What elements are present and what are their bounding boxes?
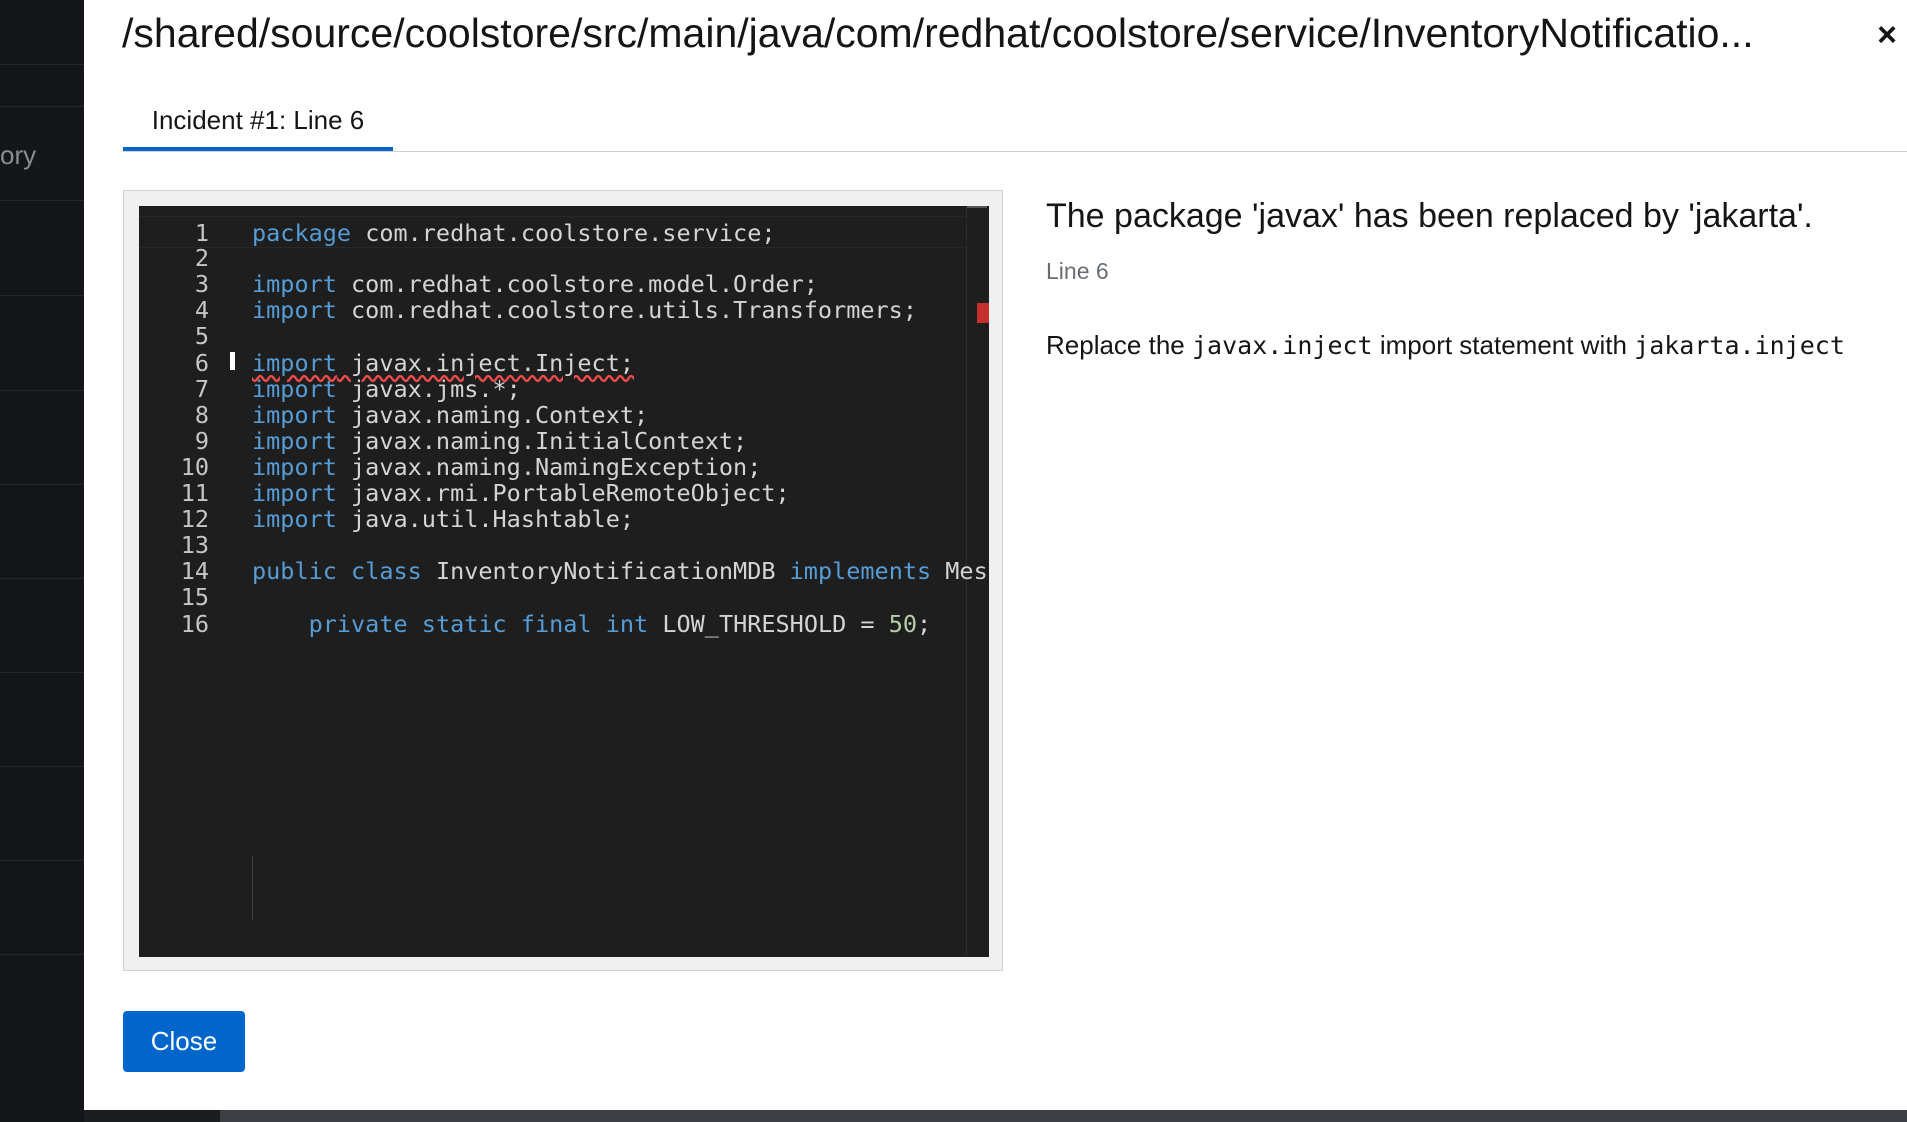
divider <box>0 484 84 485</box>
code-viewer-frame: 1 package com.redhat.coolstore.service; 2 3… <box>123 190 1003 971</box>
keyword: private <box>308 609 408 638</box>
incident-details: The package 'javax' has been replaced by… <box>1046 194 1896 361</box>
tab-bar: Incident #1: Line 6 <box>123 96 1907 152</box>
divider <box>0 860 84 861</box>
close-icon[interactable]: × <box>1870 16 1904 56</box>
modal-title: /shared/source/coolstore/src/main/java/c… <box>122 10 1754 56</box>
message-code: jakarta.inject <box>1634 331 1845 360</box>
background-footer <box>220 1110 1907 1122</box>
error-marker <box>977 303 989 323</box>
keyword: final <box>520 609 592 638</box>
divider <box>0 200 84 201</box>
incident-message: Replace the javax.inject import statemen… <box>1046 330 1896 361</box>
divider <box>0 64 84 65</box>
incident-modal: /shared/source/coolstore/src/main/java/c… <box>84 0 1907 1110</box>
incident-line: Line 6 <box>1046 258 1109 284</box>
tab-incident-1[interactable]: Incident #1: Line 6 <box>123 96 393 151</box>
keyword: static <box>421 609 507 638</box>
divider <box>0 954 84 955</box>
sidebar-item-fragment: ory <box>0 140 37 170</box>
message-text: Replace the <box>1046 330 1192 360</box>
code-line: 16 private static final int LOW_THRESHOL… <box>139 608 967 640</box>
indent-guide <box>252 856 253 920</box>
message-text: import statement with <box>1372 330 1635 360</box>
code-editor[interactable]: 1 package com.redhat.coolstore.service; 2 3… <box>139 206 989 957</box>
cursor-glyph <box>230 351 235 370</box>
incident-title: The package 'javax' has been replaced by… <box>1046 197 1813 235</box>
number-literal: 50 <box>888 609 918 638</box>
message-code: javax.inject <box>1191 331 1373 360</box>
keyword: int <box>605 609 649 638</box>
divider <box>0 106 84 107</box>
scrollbar-top <box>967 206 987 208</box>
divider <box>0 672 84 673</box>
line-number: 16 <box>180 609 209 638</box>
code-text: private static final int LOW_THRESHOLD =… <box>308 609 932 638</box>
divider <box>0 766 84 767</box>
divider <box>0 295 84 296</box>
background-sidebar: ory <box>0 0 84 1122</box>
divider <box>0 578 84 579</box>
divider <box>0 390 84 391</box>
close-button[interactable]: Close <box>123 1011 245 1072</box>
